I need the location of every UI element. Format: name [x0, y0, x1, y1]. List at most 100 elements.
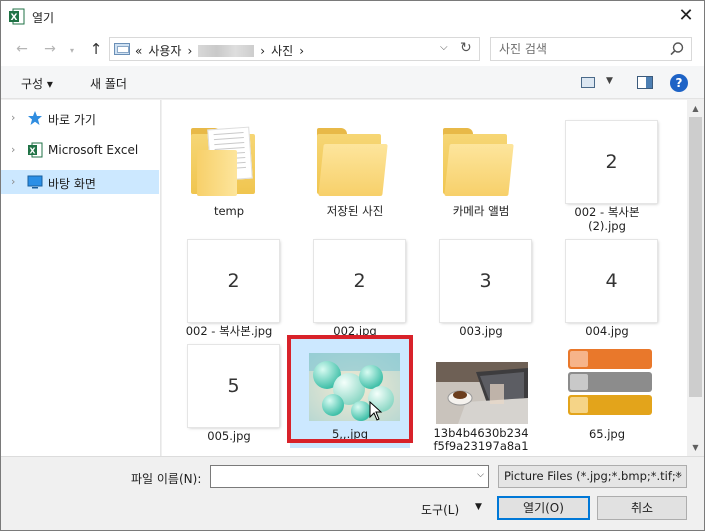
nav-item-label: Microsoft Excel [48, 143, 139, 157]
refresh-icon[interactable]: ↻ [460, 40, 472, 56]
file-name: 003.jpg [459, 324, 503, 338]
nav-item-desktop[interactable]: › 바탕 화면 [1, 170, 159, 194]
breadcrumb-item-users[interactable]: 사용자 [148, 42, 181, 59]
image-thumbnail: 2 [314, 240, 405, 322]
file-item-002-copy-2[interactable]: 2 002 - 복사본 (2).jpg [547, 121, 667, 233]
organize-button[interactable]: 구성 ▾ [21, 75, 53, 92]
highlight-annotation-box [287, 335, 413, 443]
laptop-coffee-photo-thumbnail [436, 362, 528, 424]
breadcrumb-separator[interactable]: › [299, 44, 304, 58]
change-view-icon[interactable] [581, 77, 595, 88]
excel-icon: X [9, 8, 25, 25]
file-item-13b4b4630b234[interactable]: 13b4b4630b234 f5f9a23197a8a1 [421, 345, 541, 455]
folder-icon [317, 128, 393, 196]
svg-text:X: X [29, 147, 36, 156]
open-file-dialog: X 열기 ✕ ← → ▾ ↑ « 사용자 › › 사진 › ⌵ ↻ 사진 검색 … [0, 0, 705, 531]
file-name: 65.jpg [588, 427, 626, 441]
breadcrumb-item-pictures[interactable]: 사진 [271, 42, 293, 59]
image-thumbnail: 2 [188, 240, 279, 322]
cancel-button[interactable]: 취소 [597, 496, 687, 520]
folder-location-icon [114, 43, 130, 55]
file-item-005[interactable]: 5 005.jpg [169, 345, 289, 445]
search-icon[interactable] [669, 41, 685, 57]
file-item-temp[interactable]: temp [169, 114, 289, 218]
file-name: 저장된 사진 [326, 204, 384, 218]
folder-icon [443, 128, 519, 196]
folder-icon [191, 126, 267, 196]
close-button[interactable]: ✕ [674, 5, 698, 27]
window-title: 열기 [32, 11, 55, 25]
chevron-right-icon[interactable]: › [11, 175, 15, 188]
arrow-up-icon: ↑ [89, 40, 103, 58]
arrow-left-icon: ← [16, 41, 28, 57]
nav-item-microsoft-excel[interactable]: › X Microsoft Excel [1, 138, 159, 162]
file-name: 002 - 복사본.jpg [185, 324, 273, 338]
up-button[interactable]: ↑ [87, 40, 105, 58]
svg-text:X: X [11, 13, 18, 23]
tools-button[interactable]: 도구(L) [421, 501, 459, 518]
excel-icon: X [28, 142, 43, 158]
scrollbar-thumb[interactable] [689, 117, 702, 397]
image-thumbnail: 5 [188, 345, 279, 427]
file-name: 004.jpg [585, 324, 629, 338]
chevron-down-icon: ⌵ [675, 471, 682, 481]
file-item-65[interactable]: 65.jpg [547, 345, 667, 445]
new-folder-button[interactable]: 새 폴더 [90, 75, 127, 92]
search-input[interactable] [499, 41, 659, 57]
breadcrumb-separator[interactable]: › [260, 44, 265, 58]
scroll-down-icon[interactable]: ▼ [687, 439, 704, 456]
tools-dropdown-icon[interactable]: ▼ [475, 502, 482, 512]
file-item-002-copy[interactable]: 2 002 - 복사본.jpg [169, 240, 289, 340]
search-box [490, 37, 692, 61]
file-type-value: Picture Files (*.jpg;*.bmp;*.tif;* [504, 469, 682, 483]
breadcrumb-root[interactable]: « [135, 44, 142, 58]
file-item-camera-roll[interactable]: 카메라 앨범 [421, 114, 541, 218]
desktop-icon [27, 175, 43, 189]
vertical-scrollbar[interactable]: ▲ ▼ [687, 100, 704, 456]
file-list: temp 저장된 사진 카메라 앨범 2 002 - 복사본 (2).jpg 2… [162, 100, 687, 456]
color-bars-thumbnail [568, 349, 652, 415]
breadcrumb-separator[interactable]: › [187, 44, 192, 58]
file-name: 카메라 앨범 [452, 204, 510, 218]
view-options-dropdown-icon[interactable]: ▼ [606, 76, 613, 86]
nav-item-quick-access[interactable]: › 바로 가기 [1, 106, 159, 130]
recent-locations-button[interactable]: ▾ [63, 42, 81, 60]
help-icon[interactable]: ? [670, 74, 688, 92]
file-item-saved-pictures[interactable]: 저장된 사진 [295, 114, 415, 218]
filename-input[interactable]: ⌵ [210, 465, 489, 488]
forward-button[interactable]: → [41, 40, 59, 58]
title-bar: X 열기 ✕ [1, 1, 704, 32]
close-icon: ✕ [678, 5, 694, 26]
scroll-up-icon[interactable]: ▲ [687, 100, 704, 117]
file-name: 13b4b4630b234 f5f9a23197a8a1 [433, 427, 529, 453]
open-button[interactable]: 열기(O) [497, 496, 590, 520]
file-name: 005.jpg [207, 429, 251, 443]
file-name: 002 - 복사본 (2).jpg [574, 205, 640, 233]
image-thumbnail: 2 [566, 121, 657, 203]
chevron-right-icon[interactable]: › [11, 111, 15, 124]
file-item-003[interactable]: 3 003.jpg [421, 240, 541, 340]
address-dropdown-icon[interactable]: ⌵ [440, 42, 448, 53]
command-bar: 구성 ▾ 새 폴더 ▼ ? [1, 66, 704, 99]
file-item-004[interactable]: 4 004.jpg [547, 240, 667, 340]
file-name: temp [213, 204, 245, 218]
dialog-footer: 파일 이름(N): ⌵ Picture Files (*.jpg;*.bmp;*… [1, 456, 704, 530]
chevron-right-icon[interactable]: › [11, 143, 15, 156]
filename-label: 파일 이름(N): [131, 472, 202, 486]
file-type-select[interactable]: Picture Files (*.jpg;*.bmp;*.tif;* ⌵ [498, 465, 687, 488]
nav-item-label: 바로 가기 [48, 113, 96, 127]
star-icon [28, 111, 42, 125]
filename-dropdown-icon[interactable]: ⌵ [477, 470, 484, 480]
nav-item-label: 바탕 화면 [48, 177, 96, 191]
chevron-down-icon: ▾ [69, 46, 74, 55]
arrow-right-icon: → [44, 41, 56, 57]
image-thumbnail: 4 [566, 240, 657, 322]
navigation-pane: › 바로 가기 › X Microsoft Excel › 바탕 화면 [1, 100, 161, 456]
file-item-002[interactable]: 2 002.jpg [295, 240, 415, 340]
back-button[interactable]: ← [13, 40, 31, 58]
breadcrumb-item-redacted[interactable] [198, 44, 255, 57]
image-thumbnail: 3 [440, 240, 531, 322]
breadcrumb: « 사용자 › › 사진 › [135, 42, 304, 59]
preview-pane-icon[interactable] [637, 76, 653, 89]
address-bar[interactable]: « 사용자 › › 사진 › ⌵ ↻ [109, 37, 480, 61]
